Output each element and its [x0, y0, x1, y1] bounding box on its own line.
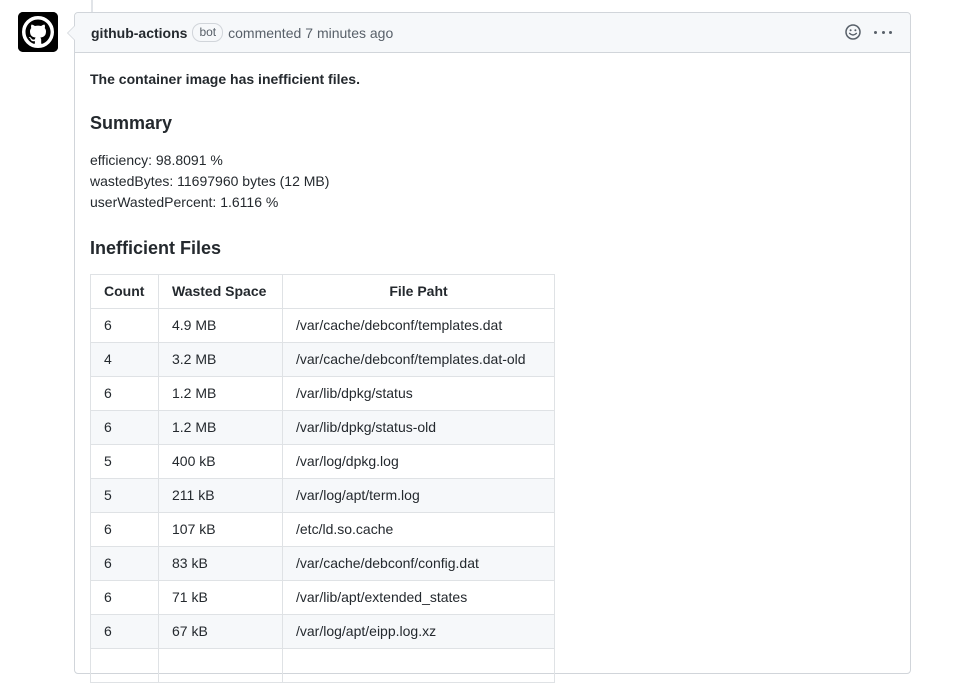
- cell-count: 6: [90, 308, 159, 343]
- cell-file-path: /var/log/apt/eipp.log.xz: [282, 614, 555, 649]
- cell-wasted-space: 83 kB: [158, 546, 283, 581]
- column-header-file-path: File Paht: [282, 274, 555, 309]
- cell-count: 6: [90, 410, 159, 445]
- table-row: [90, 648, 555, 683]
- cell-file-path: /var/lib/apt/extended_states: [282, 580, 555, 615]
- cell-wasted-space: 4.9 MB: [158, 308, 283, 343]
- github-octocat-icon: [18, 12, 58, 52]
- cell-wasted-space: 400 kB: [158, 444, 283, 479]
- cell-count: 4: [90, 342, 159, 377]
- metric-efficiency: efficiency: 98.8091 %: [90, 152, 223, 168]
- table-row: 5 400 kB /var/log/dpkg.log: [90, 444, 555, 479]
- comment-body: The container image has inefficient file…: [75, 53, 910, 698]
- table-row: 6 71 kB /var/lib/apt/extended_states: [90, 580, 555, 615]
- cell-wasted-space: 3.2 MB: [158, 342, 283, 377]
- inefficient-files-heading: Inefficient Files: [90, 238, 222, 258]
- intro-text: The container image has inefficient file…: [90, 71, 360, 87]
- cell-wasted-space: 71 kB: [158, 580, 283, 615]
- table-row: 6 1.2 MB /var/lib/dpkg/status-old: [90, 410, 555, 445]
- table-row: 6 83 kB /var/cache/debconf/config.dat: [90, 546, 555, 581]
- cell-count: 6: [90, 512, 159, 547]
- inefficient-files-table: Count Wasted Space File Paht 6 4.9 MB /v…: [90, 274, 555, 683]
- cell-wasted-space: 1.2 MB: [158, 410, 283, 445]
- cell-wasted-space: 107 kB: [158, 512, 283, 547]
- cell-count: 5: [90, 444, 159, 479]
- comment-timestamp-link[interactable]: 7 minutes ago: [305, 25, 393, 41]
- cell-count: 6: [90, 614, 159, 649]
- comment-header: github-actions bot commented 7 minutes a…: [75, 13, 910, 53]
- comment-header-actions: [844, 23, 892, 41]
- kebab-horizontal-icon[interactable]: [874, 23, 892, 41]
- cell-file-path: /var/cache/debconf/templates.dat: [282, 308, 555, 343]
- cell-count: 5: [90, 478, 159, 513]
- cell-file-path: /var/cache/debconf/config.dat: [282, 546, 555, 581]
- cell-file-path: /etc/ld.so.cache: [282, 512, 555, 547]
- metric-user-wasted-percent: userWastedPercent: 1.6116 %: [90, 194, 279, 210]
- table-row: 6 4.9 MB /var/cache/debconf/templates.da…: [90, 308, 555, 343]
- table-row: 6 107 kB /etc/ld.so.cache: [90, 512, 555, 547]
- summary-heading: Summary: [90, 113, 173, 133]
- cell-count: 6: [90, 376, 159, 411]
- table-row: 4 3.2 MB /var/cache/debconf/templates.da…: [90, 342, 555, 377]
- cell-file-path: /var/log/apt/term.log: [282, 478, 555, 513]
- cell-file-path: [282, 648, 555, 683]
- timeline-line: [91, 0, 93, 12]
- cell-wasted-space: 67 kB: [158, 614, 283, 649]
- cell-count: 6: [90, 580, 159, 615]
- comment-box: github-actions bot commented 7 minutes a…: [67, 12, 911, 683]
- table-row: 6 1.2 MB /var/lib/dpkg/status: [90, 376, 555, 411]
- cell-file-path: /var/cache/debconf/templates.dat-old: [282, 342, 555, 377]
- cell-count: [90, 648, 159, 683]
- cell-wasted-space: [158, 648, 283, 683]
- comment-action-text: commented: [228, 24, 302, 41]
- cell-file-path: /var/lib/dpkg/status: [282, 376, 555, 411]
- cell-file-path: /var/log/dpkg.log: [282, 444, 555, 479]
- table-row: 5 211 kB /var/log/apt/term.log: [90, 478, 555, 513]
- table-row: 6 67 kB /var/log/apt/eipp.log.xz: [90, 614, 555, 649]
- author-avatar[interactable]: [18, 12, 58, 52]
- column-header-count: Count: [90, 274, 159, 309]
- cell-wasted-space: 1.2 MB: [158, 376, 283, 411]
- cell-wasted-space: 211 kB: [158, 478, 283, 513]
- cell-file-path: /var/lib/dpkg/status-old: [282, 410, 555, 445]
- metric-wasted-bytes: wastedBytes: 11697960 bytes (12 MB): [90, 173, 330, 189]
- table-header-row: Count Wasted Space File Paht: [90, 274, 555, 309]
- column-header-wasted-space: Wasted Space: [158, 274, 283, 309]
- smiley-icon[interactable]: [844, 23, 862, 41]
- bot-badge: bot: [192, 23, 224, 42]
- comment-author-link[interactable]: github-actions: [91, 25, 187, 41]
- cell-count: 6: [90, 546, 159, 581]
- summary-metrics: efficiency: 98.8091 % wastedBytes: 11697…: [90, 150, 895, 213]
